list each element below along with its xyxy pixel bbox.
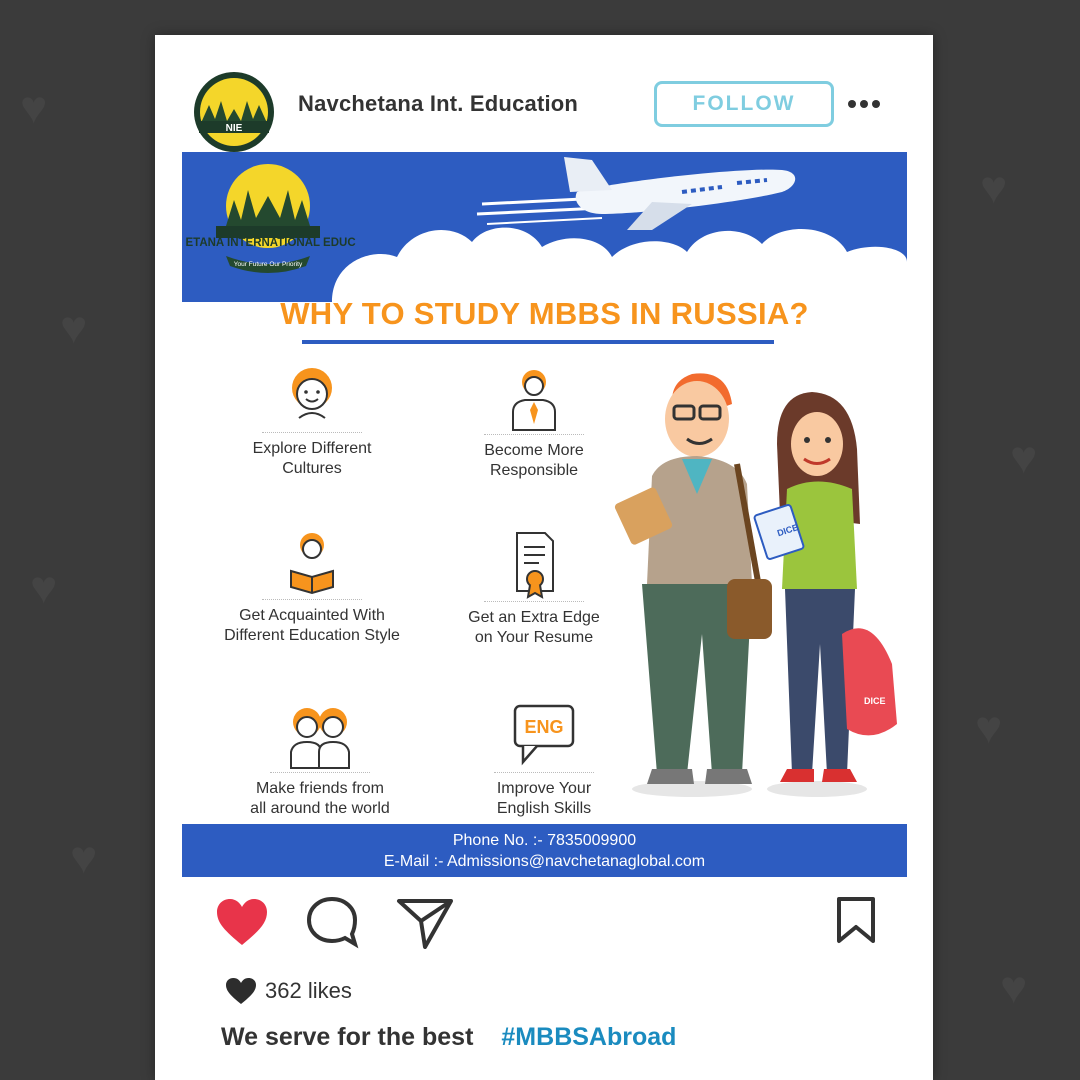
background-heart-icon: ♥: [1000, 961, 1028, 1013]
headline: WHY TO STUDY MBBS IN RUSSIA?: [280, 296, 809, 331]
logo-title: NAVCHETANA INTERNATIONAL EDUCATION: [186, 237, 356, 249]
background-heart-icon: ♥: [70, 831, 98, 883]
eng-badge-text: ENG: [524, 717, 563, 737]
brand-logo: NAVCHETANA INTERNATIONAL EDUCATION Your …: [186, 164, 356, 273]
hashtag-link[interactable]: #MBBSAbroad: [501, 1023, 676, 1051]
likes-row[interactable]: 362 likes: [225, 977, 352, 1005]
benefit-label: Make friends from all around the world: [250, 780, 390, 817]
students-illustration: DICE DICE: [614, 373, 897, 797]
eng-speech-bubble-icon: ENG: [513, 704, 575, 766]
instagram-post-card: NIE Navchetana Int. Education FOLLOW ETA…: [155, 35, 933, 1080]
student-reading-icon: [290, 533, 334, 595]
friends-icon: [290, 708, 350, 769]
certificate-icon: [516, 532, 554, 599]
background-heart-icon: ♥: [20, 81, 48, 133]
likes-count: 362 likes: [265, 978, 352, 1003]
benefit-label: Get Acquainted With Different Education …: [224, 607, 400, 644]
post-image[interactable]: NAVCHETANA INTERNATIONAL EDUCATION Your …: [182, 152, 907, 877]
benefit-item: Explore Different Cultures: [202, 360, 422, 479]
background-heart-icon: ♥: [975, 701, 1003, 753]
background-heart-icon: ♥: [30, 561, 58, 613]
benefit-item: Make friends from all around the world: [210, 700, 430, 819]
bag-label: DICE: [864, 696, 886, 706]
account-name[interactable]: Navchetana Int. Education: [298, 91, 578, 117]
benefit-label: Explore Different Cultures: [252, 440, 372, 477]
follow-button[interactable]: FOLLOW: [654, 81, 834, 127]
more-dots-icon[interactable]: [848, 88, 882, 118]
headline-underline: [302, 340, 774, 344]
heart-small-icon: [226, 978, 256, 1004]
caption: We serve for the best #MBBSAbroad: [221, 1023, 676, 1052]
heart-icon[interactable]: [215, 897, 269, 947]
comment-icon[interactable]: [305, 895, 359, 949]
send-icon[interactable]: [395, 895, 455, 949]
smiling-girl-icon: [292, 368, 332, 419]
logo-tagline: Your Future Our Priority: [234, 261, 303, 268]
benefit-item: Get Acquainted With Different Education …: [202, 527, 422, 646]
avatar[interactable]: NIE: [193, 71, 275, 153]
background-heart-icon: ♥: [60, 301, 88, 353]
background-heart-icon: ♥: [1010, 431, 1038, 483]
post-actions: [155, 885, 933, 965]
bookmark-icon[interactable]: [835, 895, 877, 945]
businessman-icon: [512, 370, 556, 431]
contact-bar: Phone No. :- 7835009900 E-Mail :- Admiss…: [182, 824, 907, 877]
email-line: E-Mail :- Admissions@navchetanaglobal.co…: [383, 853, 706, 870]
caption-text: We serve for the best: [221, 1023, 474, 1051]
phone-line: Phone No. :- 7835009900: [452, 832, 637, 849]
avatar-text: NIE: [226, 123, 243, 134]
background-heart-icon: ♥: [980, 161, 1008, 213]
